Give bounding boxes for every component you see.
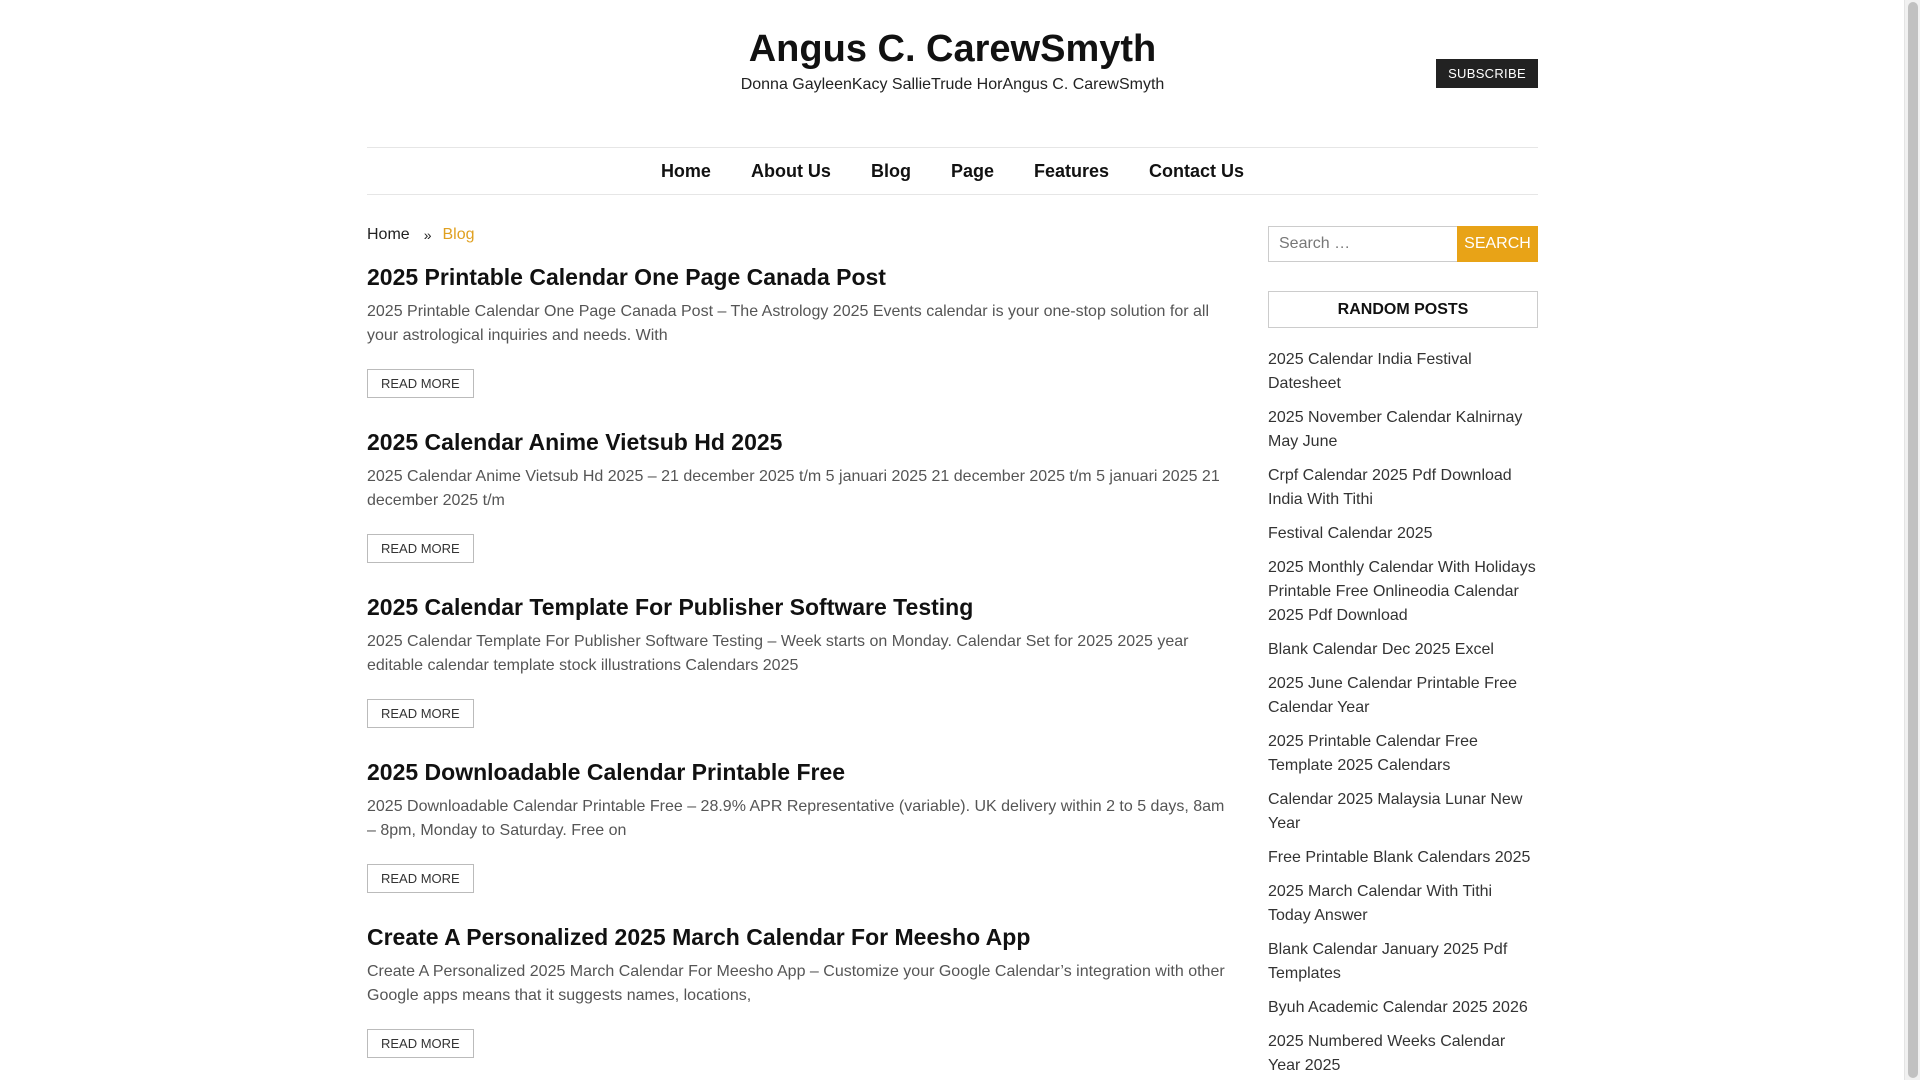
subscribe-button[interactable]: SUBSCRIBE [1436, 59, 1538, 88]
post-title[interactable]: 2025 Downloadable Calendar Printable Fre… [367, 757, 1227, 787]
post-excerpt: 2025 Downloadable Calendar Printable Fre… [367, 798, 1225, 839]
post-item: 2025 Printable Calendar One Page Canada … [367, 262, 1227, 398]
search-button[interactable]: Search [1457, 226, 1538, 262]
post-excerpt: 2025 Calendar Anime Vietsub Hd 2025 – 21… [367, 468, 1220, 509]
random-post-link[interactable]: Crpf Calendar 2025 Pdf Download India Wi… [1268, 464, 1538, 512]
site-header: Angus C. CarewSmyth Donna GayleenKacy Sa… [367, 0, 1538, 147]
nav-item-blog[interactable]: Blog [871, 161, 911, 182]
list-item: Blank Calendar Dec 2025 Excel [1268, 638, 1538, 662]
random-post-link[interactable]: Free Printable Blank Calendars 2025 [1268, 846, 1538, 870]
random-posts-list: 2025 Calendar India Festival Datesheet 2… [1268, 348, 1538, 1078]
read-more-button[interactable]: READ MORE [367, 369, 474, 398]
list-item: 2025 Calendar India Festival Datesheet [1268, 348, 1538, 396]
search-input[interactable] [1268, 226, 1457, 262]
random-posts-title: RANDOM POSTS [1268, 291, 1538, 328]
random-post-link[interactable]: 2025 Printable Calendar Free Template 20… [1268, 730, 1538, 778]
main-content: Home » Blog 2025 Printable Calendar One … [367, 222, 1227, 1058]
breadcrumb: Home » Blog [367, 222, 1227, 248]
random-post-link[interactable]: 2025 March Calendar With Tithi Today Ans… [1268, 880, 1538, 928]
double-chevron-right-icon: » [423, 227, 432, 243]
page-scrollbar[interactable] [1904, 0, 1920, 1080]
list-item: Free Printable Blank Calendars 2025 [1268, 846, 1538, 870]
nav-item-page[interactable]: Page [951, 161, 994, 182]
nav-item-about-us[interactable]: About Us [751, 161, 831, 182]
post-title[interactable]: 2025 Calendar Template For Publisher Sof… [367, 592, 1227, 622]
list-item: Byuh Academic Calendar 2025 2026 [1268, 996, 1538, 1020]
read-more-button[interactable]: READ MORE [367, 534, 474, 563]
post-item: 2025 Calendar Template For Publisher Sof… [367, 592, 1227, 728]
list-item: 2025 Printable Calendar Free Template 20… [1268, 730, 1538, 778]
post-item: 2025 Downloadable Calendar Printable Fre… [367, 757, 1227, 893]
list-item: 2025 Monthly Calendar With Holidays Prin… [1268, 556, 1538, 628]
post-title[interactable]: 2025 Printable Calendar One Page Canada … [367, 262, 1227, 292]
nav-item-contact-us[interactable]: Contact Us [1149, 161, 1244, 182]
post-excerpt: 2025 Calendar Template For Publisher Sof… [367, 633, 1189, 674]
random-post-link[interactable]: 2025 Monthly Calendar With Holidays Prin… [1268, 556, 1538, 628]
list-item: 2025 March Calendar With Tithi Today Ans… [1268, 880, 1538, 928]
random-post-link[interactable]: 2025 June Calendar Printable Free Calend… [1268, 672, 1538, 720]
site-title[interactable]: Angus C. CarewSmyth [367, 28, 1538, 71]
post-item: Create A Personalized 2025 March Calenda… [367, 922, 1227, 1058]
site-description: Donna GayleenKacy SallieTrude HorAngus C… [740, 76, 1165, 93]
breadcrumb-current: Blog [442, 226, 475, 243]
read-more-button[interactable]: READ MORE [367, 864, 474, 893]
scrollbar-thumb[interactable] [1908, 2, 1918, 1078]
random-post-link[interactable]: Festival Calendar 2025 [1268, 522, 1538, 546]
list-item: 2025 Numbered Weeks Calendar Year 2025 [1268, 1030, 1538, 1078]
nav-item-home[interactable]: Home [661, 161, 711, 182]
search-form: Search [1268, 226, 1538, 262]
list-item: Blank Calendar January 2025 Pdf Template… [1268, 938, 1538, 986]
post-title[interactable]: 2025 Calendar Anime Vietsub Hd 2025 [367, 427, 1227, 457]
read-more-button[interactable]: READ MORE [367, 1029, 474, 1058]
list-item: Crpf Calendar 2025 Pdf Download India Wi… [1268, 464, 1538, 512]
post-excerpt: Create A Personalized 2025 March Calenda… [367, 963, 1225, 1004]
nav-item-features[interactable]: Features [1034, 161, 1109, 182]
list-item: 2025 June Calendar Printable Free Calend… [1268, 672, 1538, 720]
random-post-link[interactable]: Byuh Academic Calendar 2025 2026 [1268, 996, 1538, 1020]
random-post-link[interactable]: 2025 Calendar India Festival Datesheet [1268, 348, 1538, 396]
breadcrumb-home[interactable]: Home [367, 226, 410, 244]
post-item: 2025 Calendar Anime Vietsub Hd 2025 2025… [367, 427, 1227, 563]
list-item: Calendar 2025 Malaysia Lunar New Year [1268, 788, 1538, 836]
random-post-link[interactable]: Calendar 2025 Malaysia Lunar New Year [1268, 788, 1538, 836]
post-excerpt: 2025 Printable Calendar One Page Canada … [367, 303, 1210, 344]
read-more-button[interactable]: READ MORE [367, 699, 474, 728]
random-post-link[interactable]: Blank Calendar January 2025 Pdf Template… [1268, 938, 1538, 986]
list-item: Festival Calendar 2025 [1268, 522, 1538, 546]
random-post-link[interactable]: 2025 Numbered Weeks Calendar Year 2025 [1268, 1030, 1538, 1078]
list-item: 2025 November Calendar Kalnirnay May Jun… [1268, 406, 1538, 454]
main-nav: Home About Us Blog Page Features Contact… [367, 147, 1538, 195]
random-post-link[interactable]: Blank Calendar Dec 2025 Excel [1268, 638, 1538, 662]
random-post-link[interactable]: 2025 November Calendar Kalnirnay May Jun… [1268, 406, 1538, 454]
sidebar: Search RANDOM POSTS 2025 Calendar India … [1268, 226, 1538, 1080]
post-title[interactable]: Create A Personalized 2025 March Calenda… [367, 922, 1227, 952]
